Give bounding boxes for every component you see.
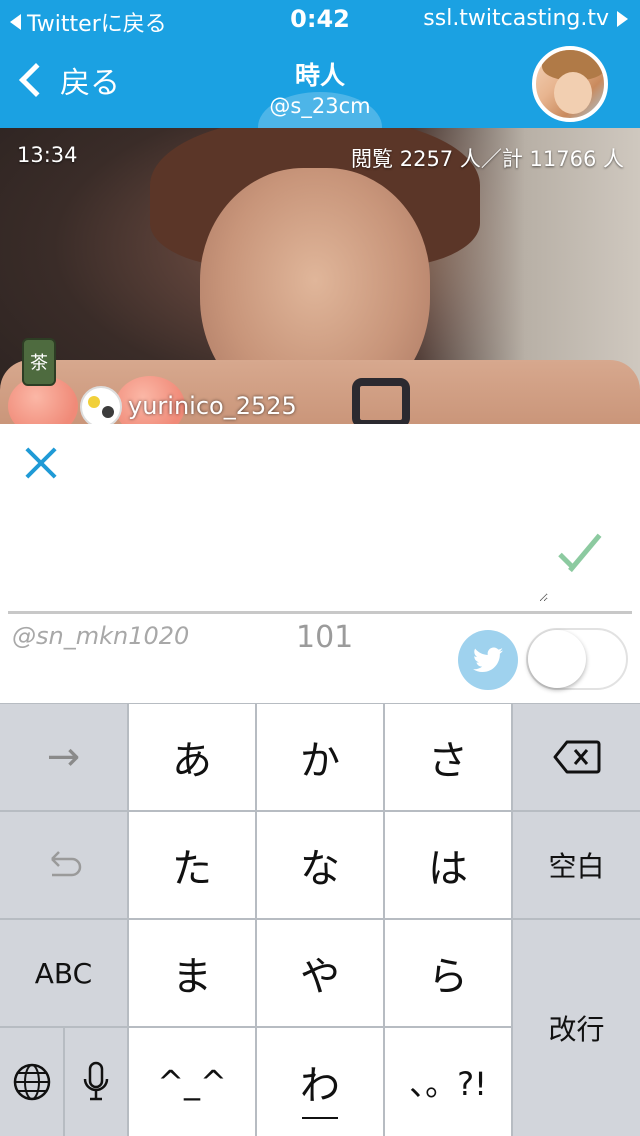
microphone-icon [83,1061,109,1101]
key-a[interactable]: あ [129,704,255,810]
twitter-bird-icon [473,647,503,672]
key-wa[interactable]: わ [257,1028,383,1136]
key-na[interactable]: な [257,812,383,918]
key-ka[interactable]: か [257,704,383,810]
key-punctuation[interactable]: 、。?! [385,1028,511,1136]
undo-icon [50,851,81,877]
microphone-key[interactable] [65,1028,127,1136]
gift-user-avatar [80,386,122,424]
twitter-share-icon[interactable] [458,630,518,690]
delete-key[interactable] [513,704,640,810]
commenter-handle: @sn_mkn1020 [12,622,190,650]
gift-username: yurinico_2525 [128,392,297,420]
toggle-knob[interactable] [528,630,586,688]
twitter-post-toggle[interactable] [526,628,628,690]
send-check-icon[interactable] [556,534,606,574]
backspace-icon [553,740,600,774]
space-key[interactable]: 空白 [513,812,640,918]
forward-triangle-icon [617,10,628,27]
globe-icon [13,1063,50,1101]
key-sa[interactable]: さ [385,704,511,810]
live-video[interactable]: 13:34 閲覧 2257 人／計 11766 人 茶 yurinico_252… [0,128,640,424]
char-counter: 101 [296,620,354,655]
undo-key[interactable] [0,812,127,918]
broadcaster-avatar[interactable] [532,46,608,122]
return-key[interactable]: 改行 [513,920,640,1136]
wa-underline [302,1117,338,1119]
key-ta[interactable]: た [129,812,255,918]
abc-key[interactable]: ABC [0,920,127,1026]
status-url-label: ssl.twitcasting.tv [423,6,609,31]
status-bar: Twitterに戻る 0:42 ssl.twitcasting.tv [0,0,640,40]
input-underline [8,611,632,614]
key-ha[interactable]: は [385,812,511,918]
close-icon[interactable] [24,446,58,480]
key-emoticon[interactable]: ^_^ [129,1028,255,1136]
status-url: ssl.twitcasting.tv [423,6,628,31]
elapsed-time: 13:34 [17,143,78,167]
key-ra[interactable]: ら [385,920,511,1026]
key-wa-label: わ [300,1053,340,1119]
globe-key[interactable] [0,1028,63,1136]
japanese-keyboard: → あ か さ た な は 空白 ABC ま や ら 改行 ^_^ わ 、。?! [0,703,640,1136]
top-bar: Twitterに戻る 0:42 ssl.twitcasting.tv 戻る 時人… [0,0,640,131]
cursor-forward-key[interactable]: → [0,704,127,810]
comment-input[interactable] [8,492,548,602]
tea-cup-icon: 茶 [22,338,56,386]
key-ya[interactable]: や [257,920,383,1026]
viewer-count: 閲覧 2257 人／計 11766 人 [351,147,624,171]
key-ma[interactable]: ま [129,920,255,1026]
